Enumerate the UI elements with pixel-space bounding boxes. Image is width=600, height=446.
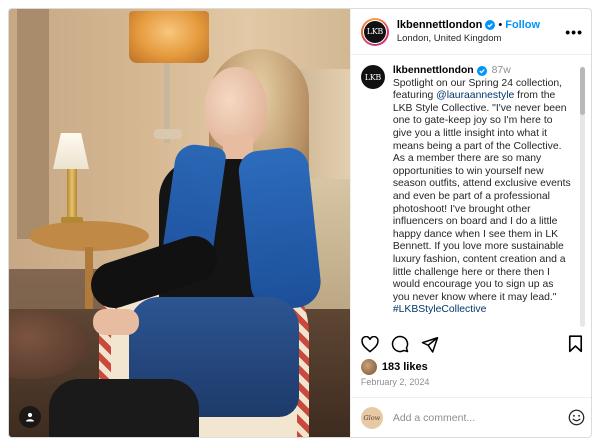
liker-avatar[interactable]: [360, 359, 377, 375]
photo-model-legs: [49, 379, 199, 437]
post-photo[interactable]: [9, 9, 350, 437]
caption-username-link[interactable]: lkbennettlondon: [393, 65, 474, 78]
smiley-icon[interactable]: [568, 409, 585, 426]
comment-input[interactable]: [392, 411, 543, 424]
likes-row: 183 likes: [360, 359, 428, 375]
photo-floor-lamp-shade: [129, 11, 209, 63]
caption-text: Spotlight on our Spring 24 collection, f…: [393, 78, 573, 317]
caption-row: LKB lkbennettlondon 87w Spotlight on our…: [360, 65, 573, 317]
photo-table-lamp-body: [67, 169, 77, 221]
send-icon[interactable]: [421, 336, 439, 353]
profile-avatar[interactable]: LKB: [360, 17, 389, 46]
add-comment-bar: Glow: [350, 397, 591, 437]
comments-section: LKB lkbennettlondon 87w Spotlight on our…: [351, 55, 591, 317]
mention-link[interactable]: @lauraannestyle: [436, 90, 514, 101]
post-side-panel: LKB lkbennettlondon • Follow London, Uni…: [349, 9, 591, 437]
photo-table-lamp-base: [61, 217, 83, 223]
likes-count-link[interactable]: 183 likes: [382, 361, 428, 373]
comments-scrollbar-thumb[interactable]: [580, 67, 585, 115]
action-bar: [351, 329, 591, 359]
tagged-user-button[interactable]: [19, 406, 41, 428]
verified-badge-icon: [485, 20, 496, 30]
person-icon: [26, 412, 34, 422]
heart-icon[interactable]: [361, 335, 379, 353]
hashtag-link[interactable]: #LKBStyleCollective: [393, 304, 487, 315]
profile-avatar-logo: LKB: [363, 20, 386, 43]
caption-body: lkbennettlondon 87w Spotlight on our Spr…: [393, 65, 573, 317]
comment-icon[interactable]: [391, 335, 409, 353]
profile-avatar-frame: LKB: [362, 19, 387, 44]
follow-button[interactable]: Follow: [505, 19, 540, 32]
header-separator: •: [498, 18, 503, 31]
photo-window-frame: [17, 9, 49, 239]
caption-text-part-2: from the LKB Style Collective. "I've nev…: [392, 90, 571, 303]
bookmark-icon[interactable]: [568, 335, 583, 353]
header-username-link[interactable]: lkbennettlondon: [397, 19, 483, 32]
caption-avatar[interactable]: LKB: [360, 65, 385, 89]
comments-scrollbar[interactable]: [580, 67, 585, 327]
current-user-avatar[interactable]: Glow: [360, 406, 383, 429]
post-header: LKB lkbennettlondon • Follow London, Uni…: [350, 9, 591, 55]
location-link[interactable]: London, United Kingdom: [397, 32, 540, 45]
post-header-text: lkbennettlondon • Follow London, United …: [397, 19, 540, 45]
post-header-line: lkbennettlondon • Follow: [397, 19, 540, 32]
instagram-post: LKB lkbennettlondon • Follow London, Uni…: [8, 8, 592, 438]
more-options-button[interactable]: •••: [565, 24, 583, 40]
post-age[interactable]: 87w: [492, 65, 511, 78]
post-date[interactable]: February 2, 2024: [361, 377, 430, 387]
photo-model-hand: [93, 309, 139, 335]
caption-header: lkbennettlondon 87w: [393, 65, 573, 78]
verified-badge-icon: [476, 66, 487, 77]
photo-floor-lamp-base: [154, 129, 182, 139]
